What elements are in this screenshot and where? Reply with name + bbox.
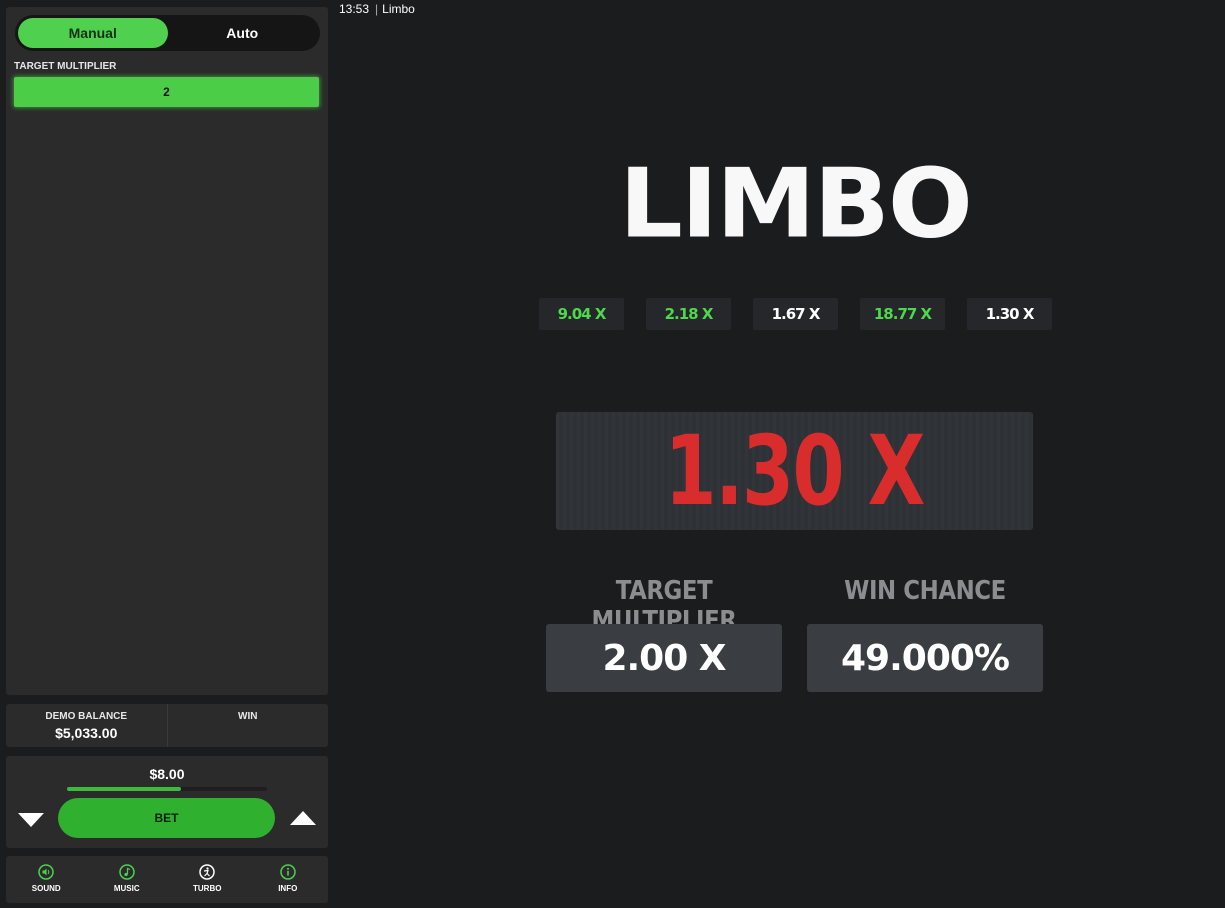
clock-time: 13:53: [339, 2, 370, 16]
history-value: 9.04 X: [557, 305, 607, 323]
info-button[interactable]: INFO: [248, 856, 329, 903]
info-label: INFO: [278, 884, 298, 893]
demo-balance: DEMO BALANCE $5,033.00: [6, 704, 167, 747]
win-chance-display: 49.000%: [807, 624, 1043, 692]
mode-toggle: Manual Auto: [15, 15, 320, 51]
history-chip: 1.67 X: [753, 298, 838, 330]
bet-button[interactable]: BET: [58, 798, 275, 838]
sound-button[interactable]: SOUND: [6, 856, 87, 903]
history-value: 1.67 X: [771, 305, 821, 323]
history-value: 1.30 X: [985, 305, 1035, 323]
target-multiplier-display: 2.00 X: [546, 624, 782, 692]
target-multiplier-label: TARGET MULTIPLIER: [14, 61, 117, 72]
music-icon: [119, 864, 135, 880]
history-chip: 1.30 X: [967, 298, 1052, 330]
result-history: 9.04 X 2.18 X 1.67 X 18.77 X 1.30 X: [539, 298, 1052, 330]
manual-mode-button[interactable]: Manual: [18, 18, 168, 48]
result-display: 1.30 X: [556, 412, 1033, 530]
history-chip: 18.77 X: [860, 298, 945, 330]
info-icon: [280, 864, 296, 880]
history-chip: 9.04 X: [539, 298, 624, 330]
music-label: MUSIC: [113, 884, 140, 893]
history-chip: 2.18 X: [646, 298, 731, 330]
result-multiplier: 1.30 X: [664, 415, 926, 527]
turbo-icon: [199, 864, 215, 880]
sound-icon: [38, 864, 54, 880]
limbo-logo: LIMBO: [619, 147, 973, 260]
history-value: 18.77 X: [873, 305, 932, 323]
music-button[interactable]: MUSIC: [87, 856, 168, 903]
sound-label: SOUND: [31, 884, 61, 893]
demo-balance-label: DEMO BALANCE: [45, 711, 128, 722]
increase-bet-arrow-icon[interactable]: [288, 808, 318, 830]
bet-settings-panel: Manual Auto TARGET MULTIPLIER: [6, 7, 328, 695]
target-multiplier-input[interactable]: [14, 77, 319, 107]
top-status-bar: 13:53 | Limbo: [339, 2, 415, 16]
turbo-label: TURBO: [193, 884, 222, 893]
win-label: WIN: [238, 711, 258, 722]
win-display: WIN: [166, 704, 329, 747]
bet-control-panel: $8.00 BET: [6, 756, 328, 848]
topbar-separator: |: [375, 2, 379, 16]
bet-amount-slider[interactable]: [67, 787, 267, 791]
demo-balance-value: $5,033.00: [55, 725, 118, 741]
history-value: 2.18 X: [664, 305, 714, 323]
game-title: Limbo: [382, 2, 415, 16]
footer-controls: SOUND MUSIC TURBO INFO: [6, 856, 328, 903]
turbo-button[interactable]: TURBO: [167, 856, 248, 903]
win-chance-heading: WIN CHANCE: [844, 576, 1006, 606]
bet-amount: $8.00: [149, 766, 185, 782]
balance-panel: DEMO BALANCE $5,033.00 WIN: [6, 704, 328, 747]
decrease-bet-arrow-icon[interactable]: [16, 808, 46, 830]
bet-amount-slider-fill: [67, 787, 181, 791]
auto-mode-button[interactable]: Auto: [168, 18, 318, 48]
